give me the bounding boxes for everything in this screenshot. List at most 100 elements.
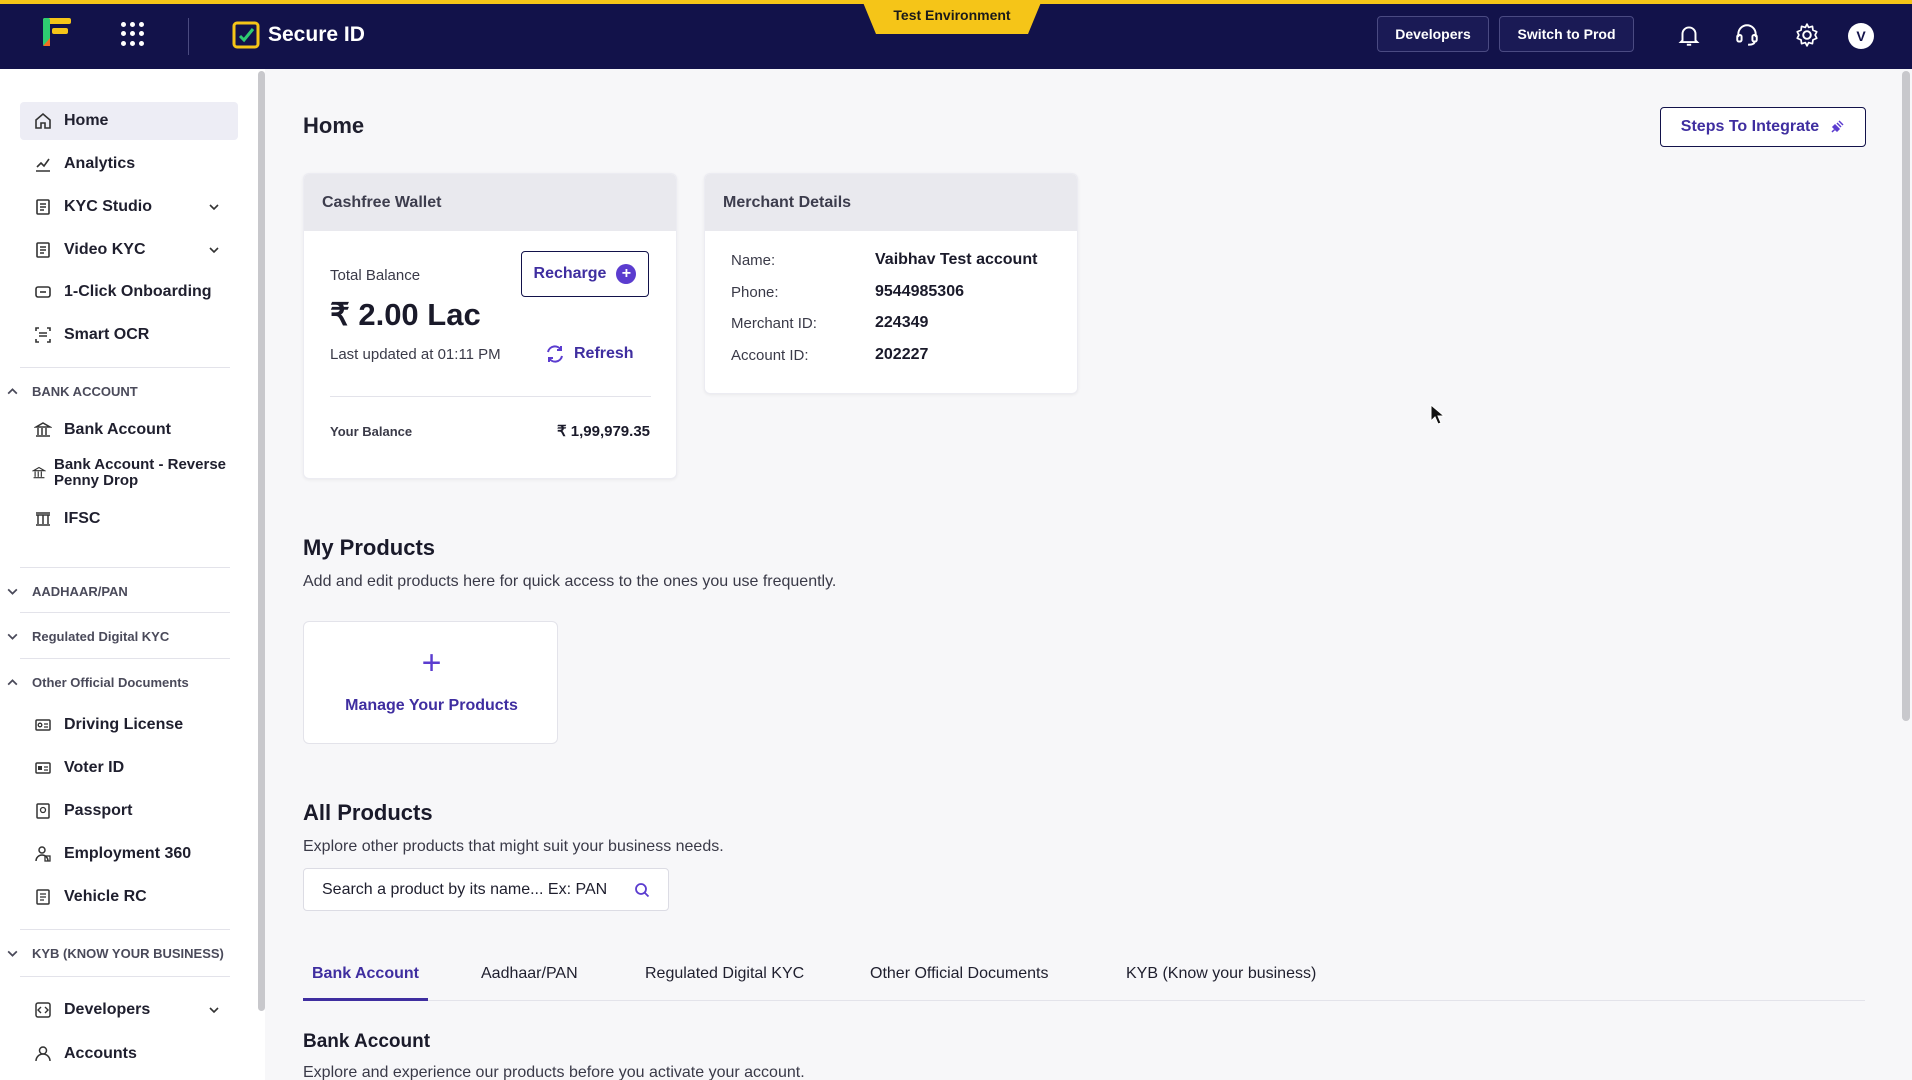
chevron-down-icon[interactable]	[208, 244, 220, 256]
sidebar-item-analytics[interactable]: Analytics	[20, 145, 238, 183]
developers-button[interactable]: Developers	[1377, 16, 1489, 52]
sidebar-item-bank-account[interactable]: Bank Account	[20, 411, 238, 449]
sidebar-item-label: Driving License	[64, 716, 184, 733]
sidebar-item-kyc-studio[interactable]: KYC Studio	[20, 188, 238, 226]
app-grid-icon[interactable]	[121, 22, 145, 46]
divider	[20, 567, 230, 568]
sidebar-item-label: Voter ID	[64, 759, 125, 776]
bank-icon	[34, 422, 52, 437]
sidebar-item-label: Home	[64, 112, 109, 129]
sidebar-item-label: Developers	[64, 1001, 151, 1018]
merchant-phone-label: Phone:	[731, 284, 779, 301]
top-navigation-bar: Secure ID Test Environment Developers Sw…	[0, 0, 1912, 69]
user-icon	[35, 1046, 51, 1062]
product-name: Secure ID	[268, 23, 365, 46]
environment-label: Test Environment	[893, 7, 1011, 23]
sidebar-item-vehicle-rc[interactable]: Vehicle RC	[20, 878, 238, 916]
sidebar-item-1-click-onboarding[interactable]: 1-Click Onboarding	[20, 273, 238, 311]
search-input[interactable]	[322, 880, 622, 899]
steps-to-integrate-button[interactable]: Steps To Integrate	[1660, 107, 1866, 147]
plus-icon: +	[421, 644, 442, 682]
section-title: KYB (KNOW YOUR BUSINESS)	[32, 945, 224, 961]
merchant-id-label: Merchant ID:	[731, 315, 817, 332]
sidebar-item-developers[interactable]: Developers	[20, 991, 238, 1029]
home-icon	[35, 112, 51, 129]
chevron-down-icon[interactable]	[208, 201, 220, 213]
sidebar-item-label: Video KYC	[64, 241, 146, 258]
section-title: BANK ACCOUNT	[32, 383, 138, 399]
sidebar-item-label: Bank Account - Reverse Penny Drop	[54, 456, 227, 489]
refresh-button[interactable]: Refresh	[544, 343, 634, 365]
section-header-bank-account[interactable]: BANK ACCOUNT	[6, 381, 138, 401]
kyc-studio-icon	[36, 199, 50, 215]
sidebar-item-reverse-penny-drop[interactable]: Bank Account - Reverse Penny Drop	[20, 452, 238, 494]
section-title: AADHAAR/PAN	[32, 583, 128, 599]
manage-products-card[interactable]: + Manage Your Products	[303, 621, 558, 744]
section-title: Regulated Digital KYC	[32, 628, 170, 644]
divider	[330, 396, 651, 397]
section-header-kyb[interactable]: KYB (KNOW YOUR BUSINESS)	[6, 943, 224, 963]
button-label: Recharge	[533, 265, 607, 282]
sidebar-item-label: Passport	[64, 802, 133, 819]
plug-icon	[1831, 120, 1844, 133]
total-balance-label: Total Balance	[330, 267, 421, 284]
bank-account-section-subtitle: Explore and experience our products befo…	[303, 1064, 805, 1080]
tab-bank-account[interactable]: Bank Account	[303, 955, 428, 1001]
chevron-down-icon[interactable]	[208, 1004, 220, 1016]
refresh-icon	[547, 345, 563, 363]
bank-building-icon	[36, 512, 50, 526]
divider	[20, 929, 230, 930]
secure-id-logo-icon	[232, 21, 260, 49]
recharge-button[interactable]: Recharge +	[521, 251, 649, 297]
sidebar: Home Analytics KYC Studio Video KYC 1-Cl…	[0, 69, 265, 1080]
chevron-down-icon	[7, 588, 18, 595]
cashfree-logo-icon[interactable]	[40, 16, 74, 48]
all-products-title: All Products	[303, 800, 433, 825]
sidebar-item-video-kyc[interactable]: Video KYC	[20, 231, 238, 269]
button-label: Refresh	[574, 345, 634, 362]
chevron-up-icon	[7, 678, 18, 685]
search-icon[interactable]	[634, 882, 650, 898]
support-headset-icon[interactable]	[1734, 22, 1760, 48]
sidebar-scrollbar[interactable]	[258, 71, 265, 1011]
sidebar-item-home[interactable]: Home	[20, 102, 238, 140]
section-header-regulated-kyc[interactable]: Regulated Digital KYC	[6, 626, 169, 646]
tab-aadhaar-pan[interactable]: Aadhaar/PAN	[481, 955, 578, 1001]
switch-to-prod-button[interactable]: Switch to Prod	[1499, 16, 1634, 52]
employee-icon	[35, 846, 51, 862]
page-title: Home	[303, 113, 365, 138]
all-products-subtitle: Explore other products that might suit y…	[303, 838, 724, 855]
merchant-phone-value: 9544985306	[875, 283, 964, 300]
plus-circle-icon: +	[616, 264, 637, 284]
section-header-other-documents[interactable]: Other Official Documents	[6, 672, 189, 692]
chevron-down-icon	[7, 633, 18, 640]
product-search-field[interactable]	[303, 868, 669, 911]
wallet-card: Cashfree Wallet Total Balance ₹ 2.00 Lac…	[303, 173, 677, 479]
sidebar-item-label: Accounts	[64, 1045, 137, 1062]
bell-icon[interactable]	[1676, 22, 1702, 48]
sidebar-item-label: Smart OCR	[64, 326, 150, 343]
sidebar-item-ifsc[interactable]: IFSC	[20, 500, 238, 538]
user-avatar[interactable]: V	[1848, 23, 1874, 49]
tab-other-official-documents[interactable]: Other Official Documents	[870, 955, 1048, 1001]
merchant-name-value: Vaibhav Test account	[875, 251, 1038, 268]
gear-icon[interactable]	[1794, 22, 1820, 48]
analytics-icon	[36, 158, 50, 172]
license-card-icon	[35, 719, 51, 731]
tab-kyb[interactable]: KYB (Know your business)	[1126, 955, 1316, 1001]
bank-icon	[32, 466, 46, 479]
sidebar-item-smart-ocr[interactable]: Smart OCR	[20, 316, 238, 354]
sidebar-item-label: KYC Studio	[64, 198, 152, 215]
sidebar-item-driving-license[interactable]: Driving License	[20, 706, 238, 744]
sidebar-item-accounts[interactable]: Accounts	[20, 1035, 238, 1073]
sidebar-item-voter-id[interactable]: Voter ID	[20, 749, 238, 787]
section-header-aadhaar-pan[interactable]: AADHAAR/PAN	[6, 581, 128, 601]
tab-regulated-digital-kyc[interactable]: Regulated Digital KYC	[645, 955, 804, 1001]
passport-icon	[36, 803, 50, 819]
sidebar-item-passport[interactable]: Passport	[20, 792, 238, 830]
your-balance-label: Your Balance	[330, 424, 413, 439]
sidebar-item-employment-360[interactable]: Employment 360	[20, 835, 238, 873]
divider	[20, 612, 230, 613]
main-scrollbar[interactable]	[1902, 71, 1910, 721]
divider	[20, 367, 230, 368]
